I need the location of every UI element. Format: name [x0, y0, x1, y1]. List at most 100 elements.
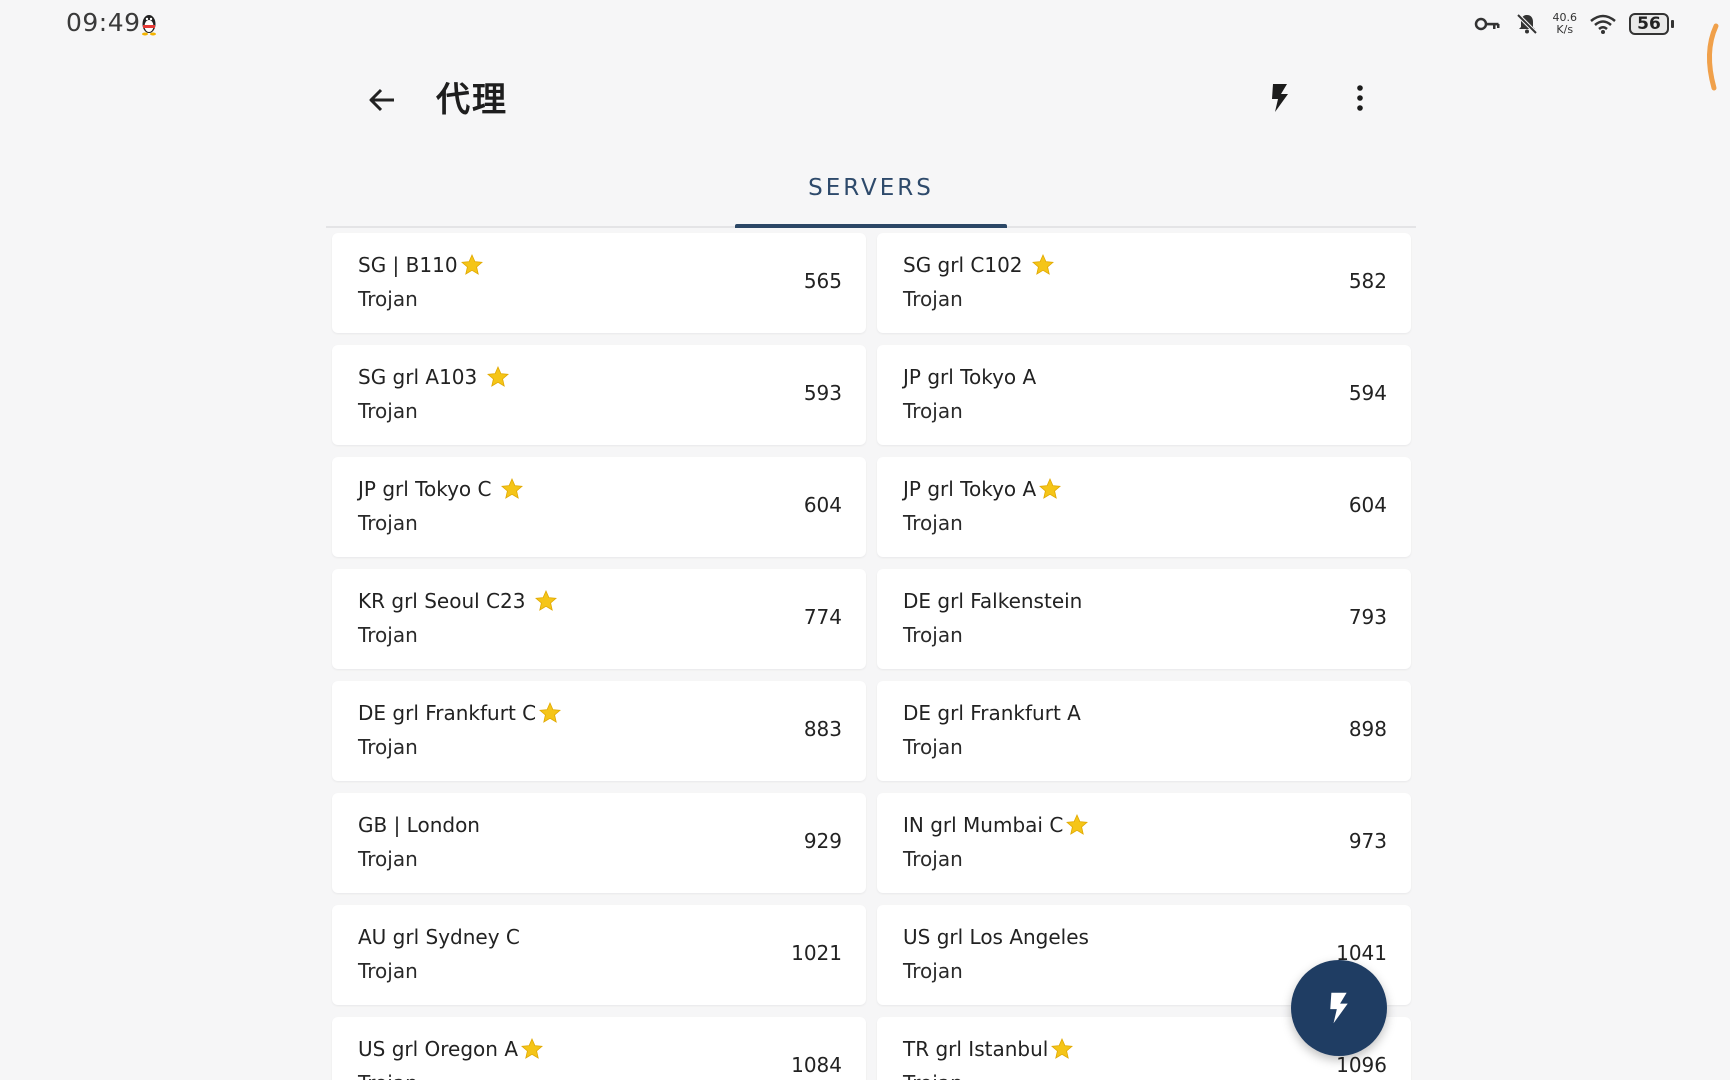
server-card[interactable]: JP grl Tokyo C Trojan 604 [332, 457, 866, 557]
server-latency: 793 [1348, 605, 1387, 629]
server-name-text: TR grl Istanbul [903, 1037, 1049, 1061]
server-latency: 883 [803, 717, 842, 741]
more-options-button[interactable] [1338, 76, 1382, 120]
star-icon [534, 589, 558, 613]
lightning-bolt-icon [1330, 992, 1348, 1024]
server-card[interactable]: DE grl Falkenstein Trojan 793 [877, 569, 1411, 669]
star-icon [486, 365, 510, 389]
server-latency: 1084 [791, 1053, 842, 1077]
server-card[interactable]: JP grl Tokyo A Trojan 594 [877, 345, 1411, 445]
network-speed-unit: K/s [1556, 23, 1574, 36]
server-name-text: JP grl Tokyo A [903, 365, 1037, 389]
server-card[interactable]: DE grl Frankfurt A Trojan 898 [877, 681, 1411, 781]
server-name-text: SG grl A103 [358, 365, 484, 389]
server-name: IN grl Mumbai C [903, 813, 1089, 837]
server-name-text: JP grl Tokyo A [903, 477, 1037, 501]
network-speed: 40.6 K/s [1553, 12, 1578, 36]
page-title: 代理 [436, 80, 508, 120]
tab-bar: SERVERS [326, 150, 1416, 228]
server-latency: 898 [1348, 717, 1387, 741]
star-icon [520, 1037, 544, 1061]
server-card[interactable]: AU grl Sydney C Trojan 1021 [332, 905, 866, 1005]
server-name: GB | London [358, 813, 480, 837]
more-vertical-icon [1357, 85, 1363, 111]
server-name-text: IN grl Mumbai C [903, 813, 1064, 837]
server-latency: 774 [803, 605, 842, 629]
server-name-text: SG | B110 [358, 253, 458, 277]
star-icon [1031, 253, 1055, 277]
server-latency: 604 [1348, 493, 1387, 517]
server-name-text: US grl Oregon A [358, 1037, 518, 1061]
star-icon [460, 253, 484, 277]
server-latency: 594 [1348, 381, 1387, 405]
lightning-bolt-icon [1272, 84, 1288, 112]
server-type: Trojan [903, 399, 963, 423]
star-icon [1050, 1037, 1074, 1061]
server-card[interactable]: JP grl Tokyo A Trojan 604 [877, 457, 1411, 557]
vpn-key-icon [1473, 10, 1501, 38]
server-type: Trojan [358, 735, 418, 759]
server-latency: 1096 [1336, 1053, 1387, 1077]
star-icon [1038, 477, 1062, 501]
server-type: Trojan [358, 399, 418, 423]
server-type: Trojan [903, 1071, 963, 1080]
server-card[interactable]: SG grl A103 Trojan 593 [332, 345, 866, 445]
server-type: Trojan [903, 735, 963, 759]
server-name: JP grl Tokyo A [903, 477, 1062, 501]
server-name-text: KR grl Seoul C23 [358, 589, 532, 613]
server-type: Trojan [358, 287, 418, 311]
server-type: Trojan [903, 959, 963, 983]
star-icon [538, 701, 562, 725]
battery-level: 56 [1629, 13, 1669, 35]
server-name: AU grl Sydney C [358, 925, 520, 949]
server-latency: 973 [1348, 829, 1387, 853]
server-name: DE grl Falkenstein [903, 589, 1082, 613]
server-card[interactable]: KR grl Seoul C23 Trojan 774 [332, 569, 866, 669]
server-name: JP grl Tokyo C [358, 477, 524, 501]
server-name: DE grl Frankfurt A [903, 701, 1081, 725]
server-card[interactable]: DE grl Frankfurt C Trojan 883 [332, 681, 866, 781]
server-name: KR grl Seoul C23 [358, 589, 558, 613]
server-latency: 1021 [791, 941, 842, 965]
server-card[interactable]: SG grl C102 Trojan 582 [877, 233, 1411, 333]
edge-gesture-handle[interactable] [1700, 22, 1722, 92]
server-name: TR grl Istanbul [903, 1037, 1074, 1061]
battery-tip [1671, 20, 1674, 28]
server-type: Trojan [358, 1071, 418, 1080]
notifications-off-icon [1513, 10, 1541, 38]
server-name: US grl Oregon A [358, 1037, 544, 1061]
server-card[interactable]: US grl Oregon A Trojan 1084 [332, 1017, 866, 1080]
connect-fab[interactable] [1291, 960, 1387, 1056]
status-time: 09:49 [66, 8, 141, 37]
qq-penguin-icon [142, 15, 156, 36]
server-type: Trojan [903, 623, 963, 647]
wifi-icon [1589, 10, 1617, 38]
server-latency: 604 [803, 493, 842, 517]
battery-indicator: 56 [1629, 13, 1674, 35]
server-card[interactable]: SG | B110 Trojan 565 [332, 233, 866, 333]
server-name: SG | B110 [358, 253, 484, 277]
server-name-text: JP grl Tokyo C [358, 477, 498, 501]
tab-indicator [735, 224, 1007, 228]
server-list: SG | B110 Trojan 565 SG grl C102 Trojan 582 S… [332, 233, 1412, 1080]
server-type: Trojan [903, 847, 963, 871]
server-type: Trojan [903, 287, 963, 311]
test-latency-button[interactable] [1258, 76, 1302, 120]
server-name: SG grl A103 [358, 365, 510, 389]
server-latency: 582 [1348, 269, 1387, 293]
star-icon [1065, 813, 1089, 837]
server-latency: 929 [803, 829, 842, 853]
server-card[interactable]: IN grl Mumbai C Trojan 973 [877, 793, 1411, 893]
screen: 09:49 40.6 K/s 56 代理 SERVERS SG | B110 T… [0, 0, 1730, 1080]
server-card[interactable]: GB | London Trojan 929 [332, 793, 866, 893]
tab-servers[interactable]: SERVERS [735, 150, 1007, 226]
server-name-text: US grl Los Angeles [903, 925, 1089, 949]
server-name-text: DE grl Frankfurt A [903, 701, 1081, 725]
server-type: Trojan [358, 623, 418, 647]
server-name-text: SG grl C102 [903, 253, 1029, 277]
server-name: US grl Los Angeles [903, 925, 1089, 949]
back-button[interactable] [360, 78, 404, 122]
server-latency: 565 [803, 269, 842, 293]
server-name-text: AU grl Sydney C [358, 925, 520, 949]
server-name-text: GB | London [358, 813, 480, 837]
